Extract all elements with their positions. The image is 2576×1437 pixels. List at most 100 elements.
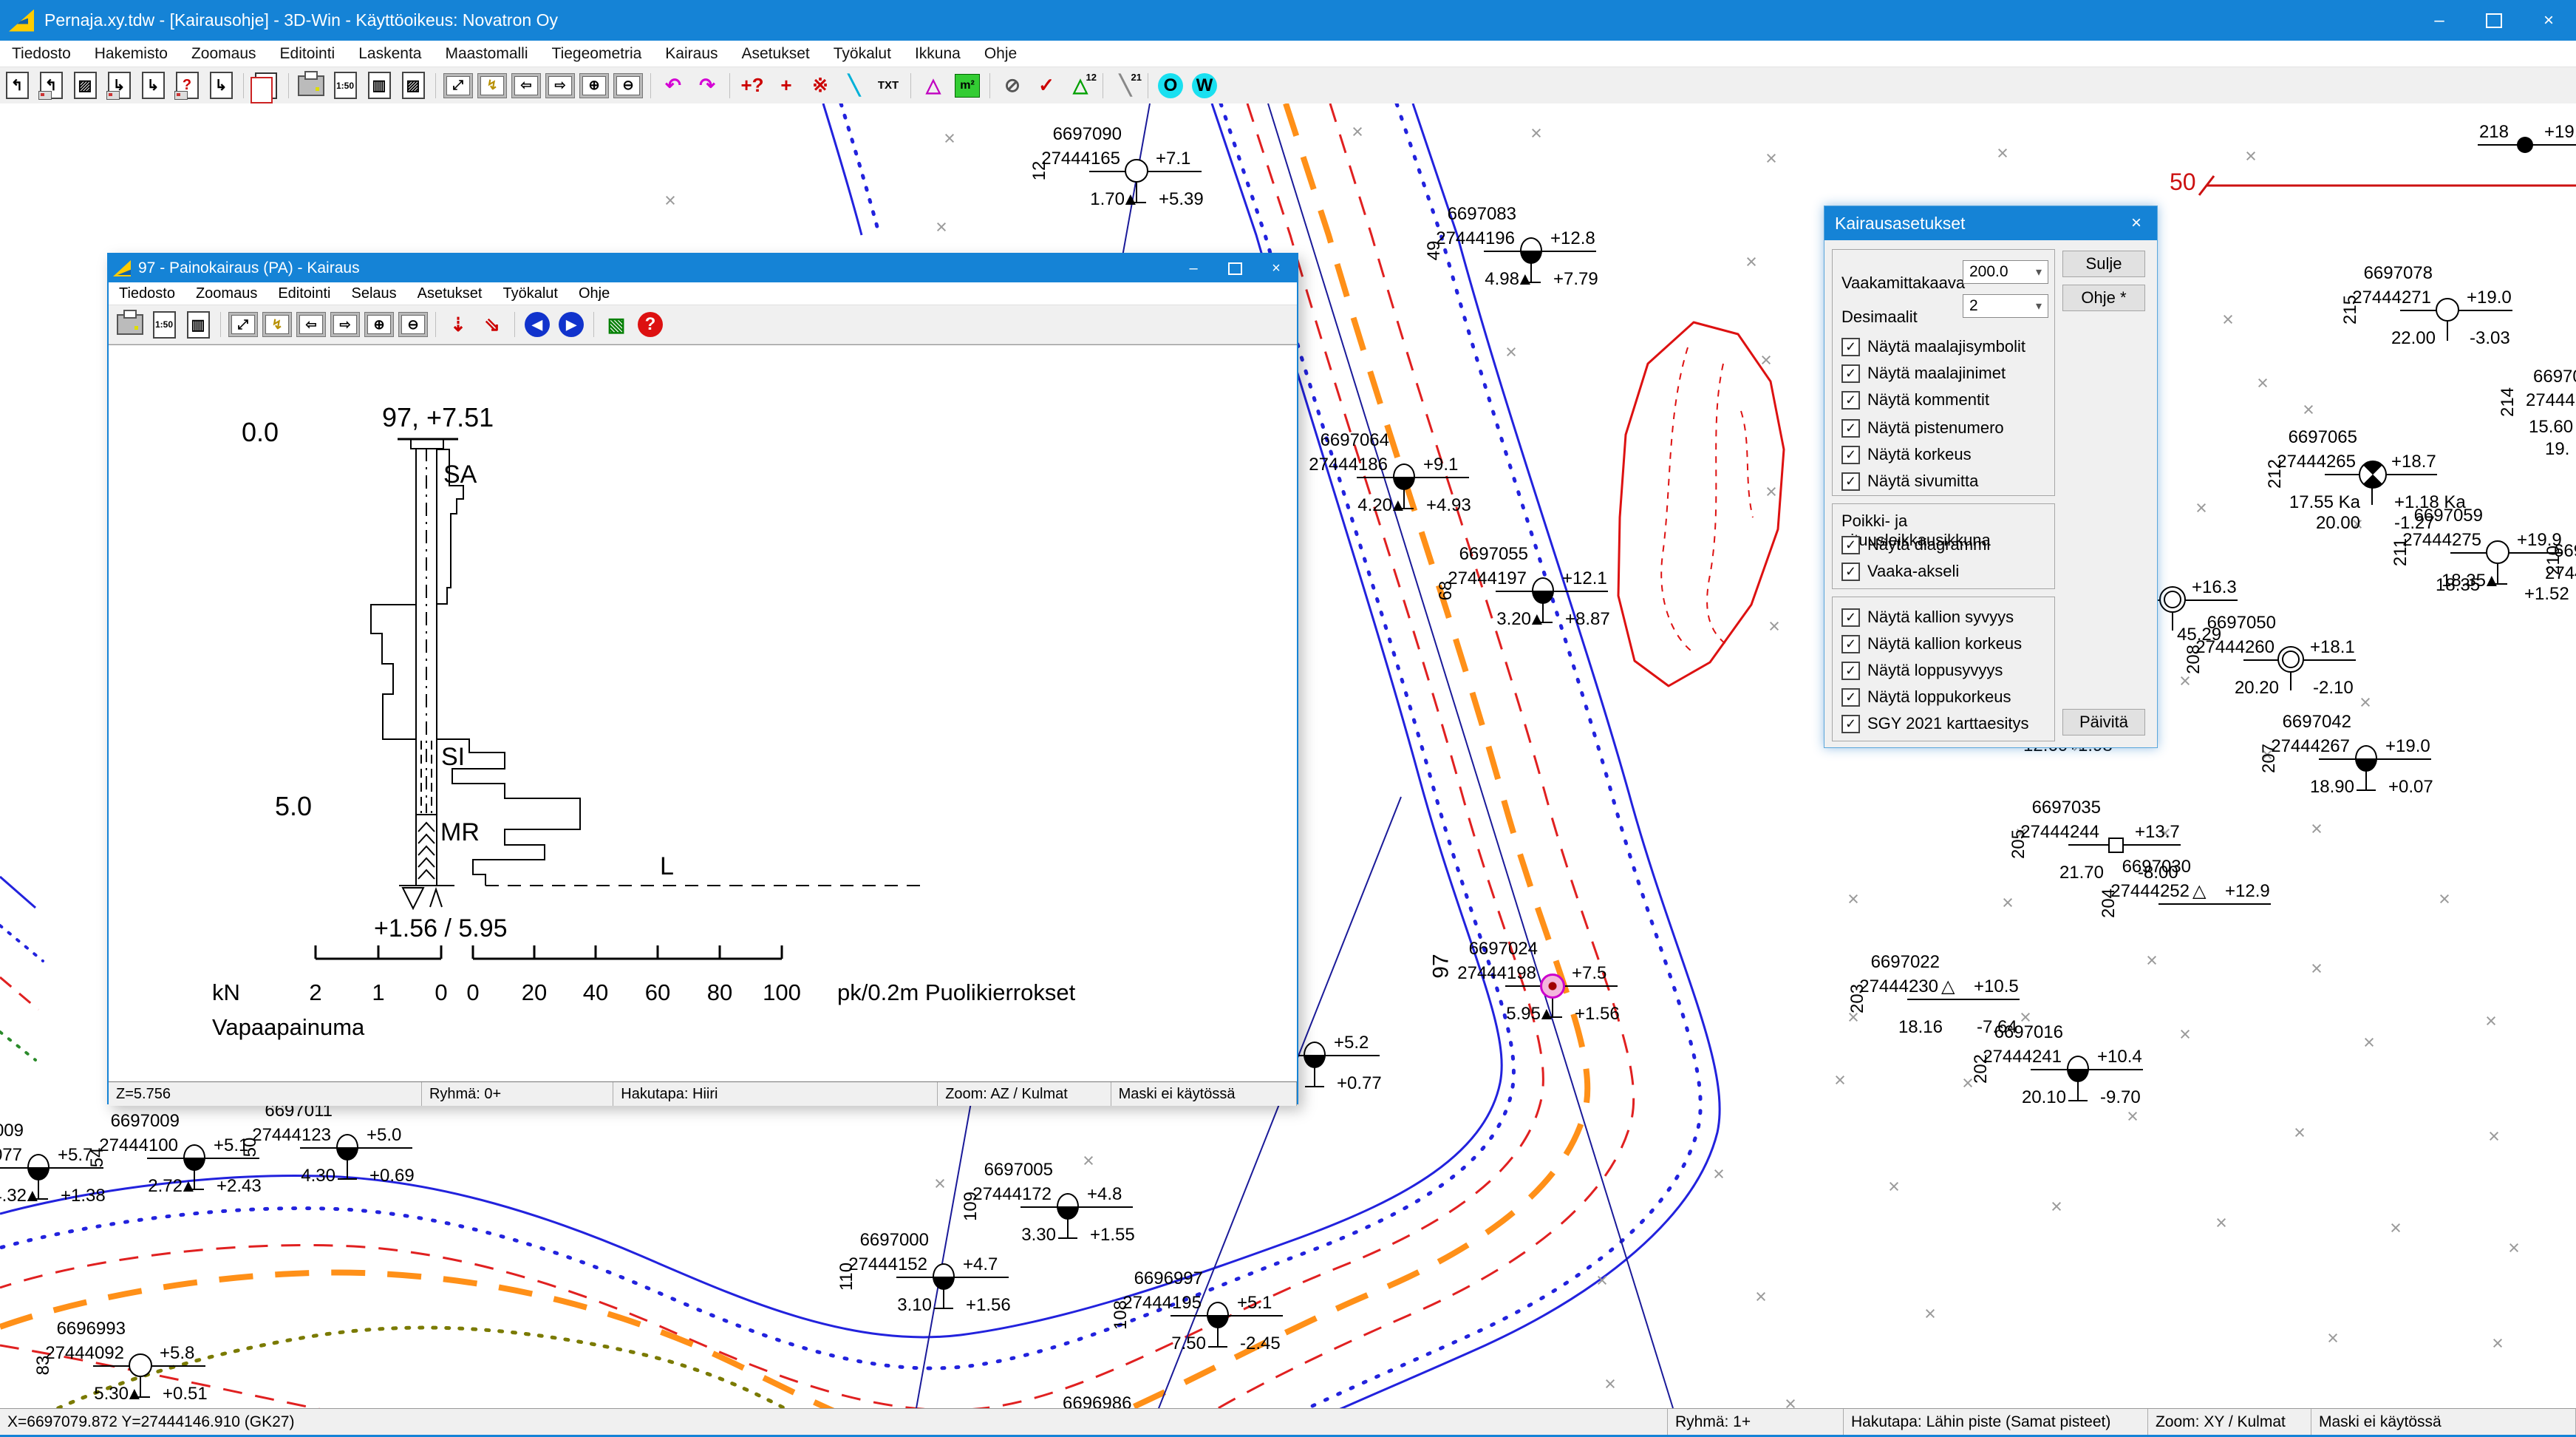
menu-item-tiegeometria[interactable]: Tiegeometria <box>540 41 654 67</box>
child-menu-item-zoomaus[interactable]: Zoomaus <box>185 285 268 302</box>
fit-screen-icon[interactable]: ⤢ <box>441 70 475 101</box>
child-menu-item-asetukset[interactable]: Asetukset <box>407 285 493 302</box>
copy-sheets-icon[interactable] <box>249 70 283 101</box>
maximize-button[interactable] <box>2467 0 2521 41</box>
child-maximize-icon <box>1228 262 1242 275</box>
svg-text:+1.56 / 5.95: +1.56 / 5.95 <box>374 914 508 942</box>
add-point-icon[interactable]: + <box>769 70 803 101</box>
zoom-in-icon[interactable]: ⊕ <box>577 70 611 101</box>
open-file-icon[interactable]: ↰ <box>0 70 34 101</box>
checkbox-n-yt-maalajinimet[interactable]: ✓Näytä maalajinimet <box>1841 364 2006 383</box>
write-file-icon[interactable]: ↳ <box>204 70 238 101</box>
child-maximize-button[interactable] <box>1214 254 1255 282</box>
kairausasetukset-dialog[interactable]: Kairausasetukset × Vaakamittakaava 200.0… <box>1824 205 2158 748</box>
checkbox-sgy-2021-karttaesitys[interactable]: ✓SGY 2021 karttaesitys <box>1841 714 2029 733</box>
export-file-icon[interactable]: ↳ <box>136 70 170 101</box>
open-add-icon[interactable]: ↰ <box>34 70 68 101</box>
undo-icon[interactable]: ↶ <box>656 70 690 101</box>
dialog-close-button[interactable]: × <box>2116 206 2157 240</box>
menu-item-editointi[interactable]: Editointi <box>268 41 347 67</box>
scale-combobox[interactable]: 200.0▾ <box>1963 260 2048 284</box>
checkbox-n-yt-korkeus[interactable]: ✓Näytä korkeus <box>1841 445 1972 464</box>
zoom-out-icon[interactable]: ⊖ <box>611 70 645 101</box>
menu-item-asetukset[interactable]: Asetukset <box>730 41 822 67</box>
grid-cross-icon: × <box>2294 1121 2306 1144</box>
close-button[interactable]: × <box>2521 0 2576 41</box>
menu-item-laskenta[interactable]: Laskenta <box>347 41 433 67</box>
menu-item-ikkuna[interactable]: Ikkuna <box>903 41 972 67</box>
checkbox-n-yt-loppukorkeus[interactable]: ✓Näytä loppukorkeus <box>1841 687 2011 707</box>
child-menu-item-tykalut[interactable]: Työkalut <box>492 285 568 302</box>
import-file-icon[interactable]: ↳ <box>102 70 136 101</box>
triangle-12-icon[interactable]: △12 <box>1063 70 1097 101</box>
checkbox-n-yt-kommentit[interactable]: ✓Näytä kommentit <box>1841 390 1989 410</box>
child-close-button[interactable]: × <box>1255 254 1297 282</box>
diagram-colors-icon[interactable]: ▧ <box>599 309 633 340</box>
move-points-icon[interactable]: ※ <box>803 70 837 101</box>
checkbox-n-yt-pistenumero[interactable]: ✓Näytä pistenumero <box>1841 418 2004 438</box>
text-icon[interactable]: TXT <box>871 70 905 101</box>
checkbox-n-yt-maalajisymbolit[interactable]: ✓Näytä maalajisymbolit <box>1841 337 2025 356</box>
menu-item-zoomaus[interactable]: Zoomaus <box>180 41 268 67</box>
checkbox-vaaka-akseli[interactable]: ✓Vaaka-akseli <box>1841 562 1959 581</box>
child-minimize-button[interactable]: – <box>1173 254 1214 282</box>
view-prev-icon[interactable]: ⇦ <box>294 309 328 340</box>
divide-xyz-icon[interactable]: ⊘ <box>995 70 1029 101</box>
zoom-out-icon[interactable]: ⊖ <box>396 309 430 340</box>
redraw-icon[interactable]: ↯ <box>260 309 294 340</box>
area-icon[interactable]: m² <box>950 70 984 101</box>
open-hatch-icon[interactable]: ▨ <box>68 70 102 101</box>
page-setup-icon[interactable]: ▥ <box>181 309 215 340</box>
redo-icon[interactable]: ↷ <box>690 70 724 101</box>
fit-screen-icon[interactable]: ⤢ <box>226 309 260 340</box>
checkbox-n-yt-loppusyvyys[interactable]: ✓Näytä loppusyvyys <box>1841 661 2003 680</box>
checkbox-n-yt-kallion-korkeus[interactable]: ✓Näytä kallion korkeus <box>1841 634 2022 653</box>
svg-text:1: 1 <box>372 979 384 1005</box>
zoom-in-icon[interactable]: ⊕ <box>362 309 396 340</box>
w-tool-icon[interactable]: W <box>1188 70 1221 101</box>
edit-line-icon[interactable]: ╲ <box>837 70 871 101</box>
child-menu-item-editointi[interactable]: Editointi <box>268 285 341 302</box>
menu-item-ohje[interactable]: Ohje <box>972 41 1029 67</box>
boring-window[interactable]: 97 - Painokairaus (PA) - Kairaus – × Tie… <box>107 253 1298 1104</box>
checkbox-n-yt-kallion-syvyys[interactable]: ✓Näytä kallion syvyys <box>1841 608 2014 627</box>
point-query-icon[interactable]: +? <box>735 70 769 101</box>
decimals-combobox[interactable]: 2▾ <box>1963 294 2048 318</box>
next-boring-icon[interactable]: ▶ <box>554 309 588 340</box>
check-points-icon[interactable]: ✓ <box>1029 70 1063 101</box>
scale-1-50-icon[interactable]: 1:50 <box>328 70 362 101</box>
checkbox-n-yt-diagrammi[interactable]: ✓Näytä diagrammi <box>1841 535 1990 554</box>
checkbox-n-yt-sivumitta[interactable]: ✓Näytä sivumitta <box>1841 472 1978 491</box>
child-menu-item-ohje[interactable]: Ohje <box>568 285 620 302</box>
goto-point-icon[interactable]: ⇣ <box>441 309 475 340</box>
page-setup-icon[interactable]: ▥ <box>362 70 396 101</box>
menu-item-tykalut[interactable]: Työkalut <box>822 41 903 67</box>
line-21-icon[interactable]: ╲21 <box>1108 70 1142 101</box>
prev-boring-icon[interactable]: ◀ <box>520 309 554 340</box>
child-menu-item-tiedosto[interactable]: Tiedosto <box>109 285 185 302</box>
scale-1-50-icon[interactable]: 1:50 <box>147 309 181 340</box>
child-menu-item-selaus[interactable]: Selaus <box>341 285 407 302</box>
menu-item-tiedosto[interactable]: Tiedosto <box>0 41 83 67</box>
minimize-button[interactable]: – <box>2412 0 2467 41</box>
print-icon[interactable] <box>113 309 147 340</box>
menu-item-kairaus[interactable]: Kairaus <box>653 41 729 67</box>
hatch-sheet-icon[interactable]: ▨ <box>396 70 430 101</box>
redraw-icon[interactable]: ↯ <box>475 70 509 101</box>
o-tool-icon[interactable]: O <box>1154 70 1188 101</box>
file-question-icon[interactable]: ? <box>170 70 204 101</box>
help-icon[interactable]: ? <box>633 309 667 340</box>
view-next-icon[interactable]: ⇨ <box>328 309 362 340</box>
update-button[interactable]: Päivitä <box>2062 709 2145 736</box>
boring-diagram-canvas[interactable]: 0.0 97, +7.51 5.0 SA SI MR L +1.56 / 5.9… <box>109 344 1297 1082</box>
view-prev-icon[interactable]: ⇦ <box>509 70 543 101</box>
angle-calc-icon[interactable]: △ <box>916 70 950 101</box>
close-dialog-button[interactable]: Sulje <box>2062 251 2145 277</box>
menu-item-maastomalli[interactable]: Maastomalli <box>433 41 539 67</box>
print-icon[interactable] <box>294 70 328 101</box>
toolbar-separator <box>593 312 594 337</box>
center-point-icon[interactable]: ⇘ <box>475 309 509 340</box>
help-button[interactable]: Ohje * <box>2062 285 2145 311</box>
view-next-icon[interactable]: ⇨ <box>543 70 577 101</box>
menu-item-hakemisto[interactable]: Hakemisto <box>83 41 180 67</box>
